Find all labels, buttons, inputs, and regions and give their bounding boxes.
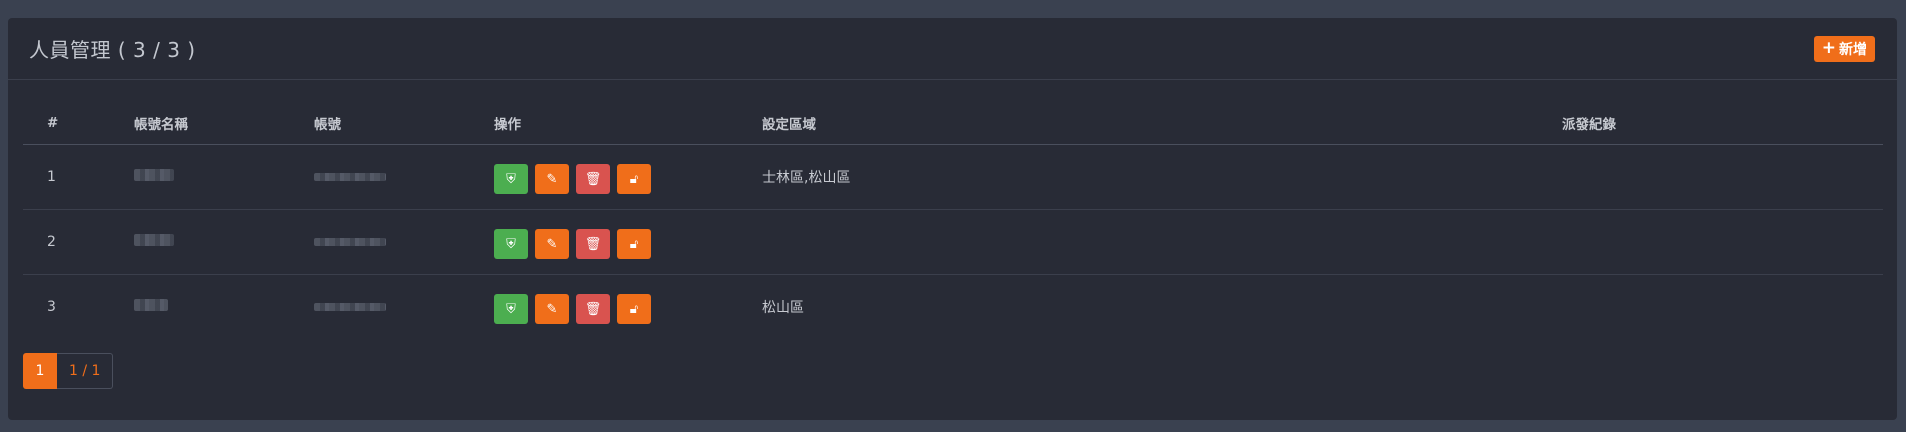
permission-button[interactable]: ⛨ <box>494 294 528 324</box>
card-header: 人員管理 ( 3 / 3 ) + 新增 <box>8 18 1897 80</box>
row-record <box>1561 144 1883 210</box>
unlock-icon: 🔓︎ <box>629 236 639 252</box>
delete-button[interactable]: 🗑︎ <box>576 229 610 259</box>
unlock-button[interactable]: 🔓︎ <box>617 229 651 259</box>
edit-button[interactable]: ✎ <box>535 164 569 194</box>
personnel-table: # 帳號名稱 帳號 操作 設定區域 派發紀錄 1 ⛨ ✎ 🗑︎ 🔓︎ 士林區,松… <box>23 102 1883 339</box>
account-redacted <box>313 275 493 340</box>
account-name-redacted <box>134 209 313 275</box>
unlock-icon: 🔓︎ <box>629 171 639 187</box>
table-row: 1 ⛨ ✎ 🗑︎ 🔓︎ 士林區,松山區 <box>23 144 1883 210</box>
pencil-icon: ✎ <box>546 236 558 252</box>
shield-icon: ⛨ <box>506 236 516 252</box>
row-index: 3 <box>47 299 56 315</box>
account-redacted <box>313 209 493 275</box>
add-button-label: 新增 <box>1839 41 1867 58</box>
trash-icon: 🗑︎ <box>584 171 602 187</box>
account-redacted <box>313 144 493 210</box>
row-index: 2 <box>23 209 134 275</box>
permission-button[interactable]: ⛨ <box>494 164 528 194</box>
table-row: 2 ⛨ ✎ 🗑︎ 🔓︎ <box>23 209 1883 275</box>
edit-button[interactable]: ✎ <box>535 294 569 324</box>
unlock-button[interactable]: 🔓︎ <box>617 164 651 194</box>
trash-icon: 🗑︎ <box>584 301 602 317</box>
trash-icon: 🗑︎ <box>584 236 602 252</box>
edit-button[interactable]: ✎ <box>535 229 569 259</box>
pencil-icon: ✎ <box>546 301 558 317</box>
page-info: 1 / 1 <box>57 353 114 389</box>
delete-button[interactable]: 🗑︎ <box>576 164 610 194</box>
col-index: # <box>23 102 134 145</box>
row-area <box>761 209 1561 275</box>
table-row: 3 ⛨ ✎ 🗑︎ 🔓︎ 松山區 <box>23 275 1883 340</box>
pagination: 1 1 / 1 <box>23 353 114 389</box>
page-button-current[interactable]: 1 <box>23 353 57 389</box>
row-area: 士林區,松山區 <box>761 144 1561 210</box>
delete-button[interactable]: 🗑︎ <box>576 294 610 324</box>
col-area: 設定區域 <box>761 102 1561 145</box>
row-index: 1 <box>23 144 134 210</box>
row-area: 松山區 <box>762 300 804 316</box>
personnel-card: 人員管理 ( 3 / 3 ) + 新增 # 帳號名稱 帳號 操作 設定區域 派發… <box>8 18 1897 420</box>
shield-icon: ⛨ <box>506 171 516 187</box>
page-title: 人員管理 ( 3 / 3 ) <box>29 38 196 62</box>
permission-button[interactable]: ⛨ <box>494 229 528 259</box>
account-name-redacted <box>134 144 313 210</box>
add-button[interactable]: + 新增 <box>1813 35 1875 62</box>
table-header-row: # 帳號名稱 帳號 操作 設定區域 派發紀錄 <box>23 102 1883 145</box>
col-actions: 操作 <box>493 102 761 145</box>
col-account-name: 帳號名稱 <box>134 102 313 145</box>
col-account: 帳號 <box>313 102 493 145</box>
account-name-redacted <box>134 275 313 340</box>
col-records: 派發紀錄 <box>1561 102 1883 145</box>
pencil-icon: ✎ <box>546 171 558 187</box>
shield-icon: ⛨ <box>506 301 516 317</box>
row-record <box>1561 209 1883 275</box>
plus-icon: + <box>1821 38 1836 58</box>
row-record <box>1561 275 1883 340</box>
unlock-button[interactable]: 🔓︎ <box>617 294 651 324</box>
unlock-icon: 🔓︎ <box>629 301 639 317</box>
